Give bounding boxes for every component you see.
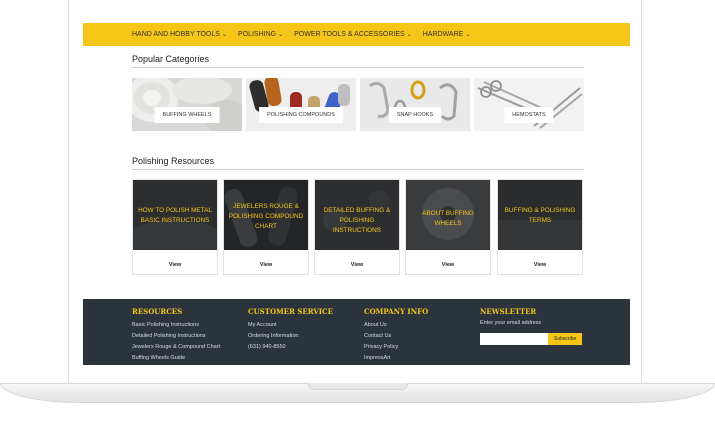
nav-item-polishing[interactable]: Polishing ⌄ xyxy=(238,31,283,38)
resource-image: Jewelers Rouge & Polishing Compound Char… xyxy=(224,180,308,250)
view-link[interactable]: View xyxy=(224,262,308,268)
footer-link[interactable]: Jewelers Rouge & Compound Chart xyxy=(132,342,220,353)
resource-image: Detailed Buffing & Polishing Instruction… xyxy=(315,180,399,250)
section-divider xyxy=(132,67,584,68)
view-link[interactable]: View xyxy=(133,262,217,268)
resource-image: How to Polish Metal Basic Instructions xyxy=(133,180,217,250)
chevron-down-icon: ⌄ xyxy=(221,32,227,38)
category-label: Hemostats xyxy=(504,107,554,123)
view-link[interactable]: View xyxy=(315,262,399,268)
footer-link[interactable]: Buffing Wheels Guide xyxy=(132,353,220,364)
resource-title: About Buffing Wheels xyxy=(422,210,474,227)
view-link[interactable]: View xyxy=(498,262,582,268)
resource-card-how-to-polish[interactable]: How to Polish Metal Basic Instructions V… xyxy=(132,179,218,275)
footer-link[interactable]: Basic Polishing Instructions xyxy=(132,320,220,331)
view-link[interactable]: View xyxy=(406,262,490,268)
category-card-polishing-compounds[interactable]: Polishing Compounds xyxy=(246,78,356,131)
category-card-hemostats[interactable]: Hemostats xyxy=(474,78,584,131)
footer-link[interactable]: ImpressArt xyxy=(364,353,428,364)
polishing-resources-title: Polishing Resources xyxy=(132,156,215,166)
chevron-down-icon: ⌄ xyxy=(406,32,412,38)
chevron-down-icon: ⌄ xyxy=(278,32,284,38)
footer-customer-service: Customer Service My Account Ordering Inf… xyxy=(248,307,333,353)
resource-card-about-buffing-wheels[interactable]: About Buffing Wheels View xyxy=(405,179,491,275)
subscribe-button[interactable]: Subscribe xyxy=(548,333,583,345)
newsletter-email-input[interactable] xyxy=(480,333,548,345)
snap-hooks-image xyxy=(360,78,470,131)
main-nav: Hand and Hobby Tools ⌄ Polishing ⌄ Power T… xyxy=(83,23,630,46)
category-label: Polishing Compounds xyxy=(259,107,343,123)
category-label: Snap Hooks xyxy=(388,107,442,123)
resource-title: How to Polish Metal Basic Instructions xyxy=(138,207,212,224)
site-footer: Resources Basic Polishing Instructions D… xyxy=(83,299,630,365)
nav-item-hardware[interactable]: Hardware ⌄ xyxy=(423,31,471,38)
resource-title: Jewelers Rouge & Polishing Compound Char… xyxy=(228,203,304,230)
category-card-buffing-wheels[interactable]: Buffing Wheels xyxy=(132,78,242,131)
footer-newsletter: Newsletter Enter your email address Subs… xyxy=(480,307,583,345)
resource-card-buffing-terms[interactable]: Buffing & Polishing Terms View xyxy=(497,179,583,275)
category-label: Buffing Wheels xyxy=(154,107,220,123)
footer-link[interactable]: Privacy Policy xyxy=(364,342,428,353)
chevron-down-icon: ⌄ xyxy=(465,32,471,38)
category-card-snap-hooks[interactable]: Snap Hooks xyxy=(360,78,470,131)
section-divider xyxy=(132,169,584,170)
footer-company-info: Company Info About Us Contact Us Privacy… xyxy=(364,307,428,364)
resource-image: About Buffing Wheels xyxy=(406,180,490,250)
footer-link[interactable]: Ordering Information xyxy=(248,331,333,342)
footer-heading: Resources xyxy=(132,307,183,316)
resource-title: Buffing & Polishing Terms xyxy=(504,207,576,224)
hemostats-image xyxy=(474,78,584,131)
resource-card-detailed-buffing[interactable]: Detailed Buffing & Polishing Instruction… xyxy=(314,179,400,275)
footer-phone[interactable]: (631) 940-8550 xyxy=(248,342,333,353)
newsletter-label: Enter your email address xyxy=(480,320,542,326)
footer-link[interactable]: My Account xyxy=(248,320,333,331)
footer-heading: Customer Service xyxy=(248,307,333,316)
nav-item-power-tools[interactable]: Power Tools & Accessories ⌄ xyxy=(294,31,412,38)
resource-card-jewelers-rouge[interactable]: Jewelers Rouge & Polishing Compound Char… xyxy=(223,179,309,275)
laptop-notch xyxy=(308,383,408,390)
resource-image: Buffing & Polishing Terms xyxy=(498,180,582,250)
nav-item-hand-hobby-tools[interactable]: Hand and Hobby Tools ⌄ xyxy=(132,31,227,38)
polishing-compounds-image xyxy=(246,78,356,131)
footer-heading: Newsletter xyxy=(480,307,537,316)
buffing-wheels-image xyxy=(132,78,242,131)
popular-categories-title: Popular Categories xyxy=(132,54,210,64)
resource-title: Detailed Buffing & Polishing Instruction… xyxy=(323,207,391,234)
footer-link[interactable]: Detailed Polishing Instructions xyxy=(132,331,220,342)
footer-heading: Company Info xyxy=(364,307,429,316)
newsletter-form: Subscribe xyxy=(480,333,583,345)
footer-resources: Resources Basic Polishing Instructions D… xyxy=(132,307,220,364)
website-screen: Hand and Hobby Tools ⌄ Polishing ⌄ Power T… xyxy=(83,23,630,365)
footer-link[interactable]: Contact Us xyxy=(364,331,428,342)
footer-link[interactable]: About Us xyxy=(364,320,428,331)
